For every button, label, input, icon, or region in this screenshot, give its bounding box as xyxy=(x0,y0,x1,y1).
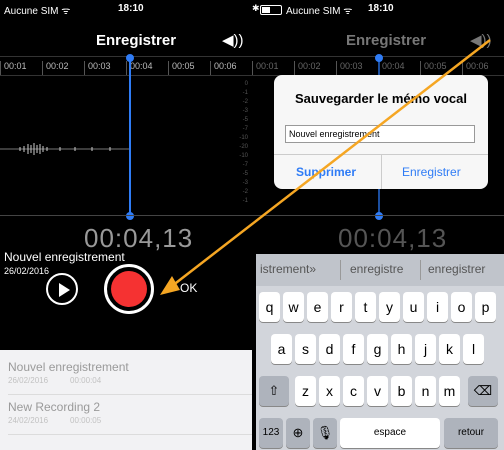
arrow-annotation xyxy=(160,39,491,295)
